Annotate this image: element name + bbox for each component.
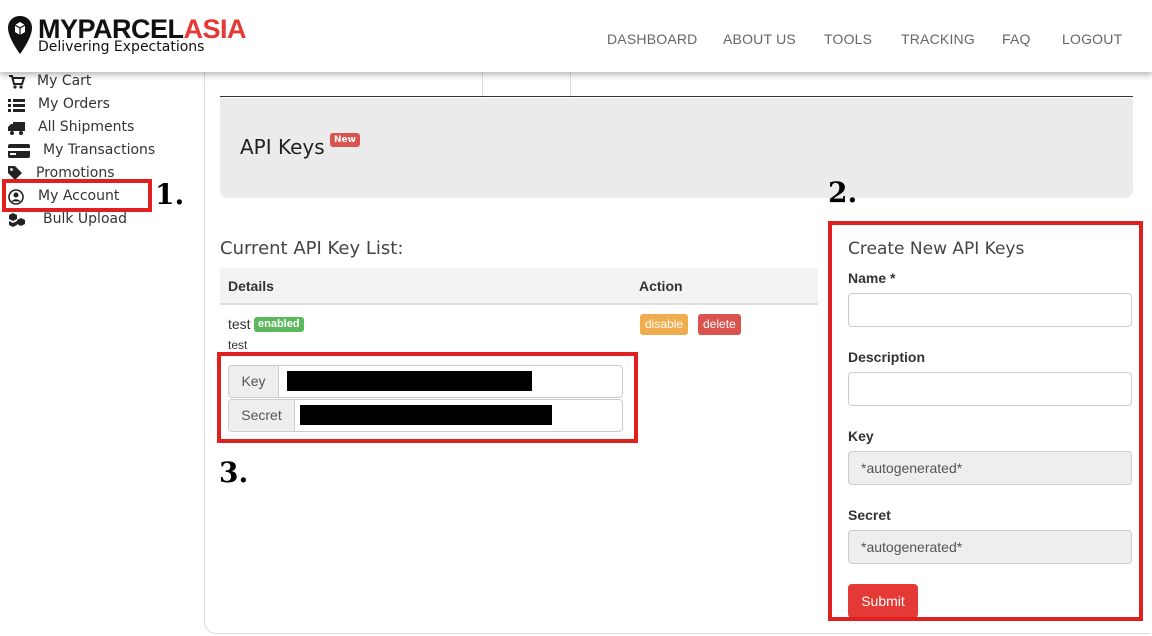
myparcelasia-logo[interactable]: MYPARCELASIA Delivering Expectations <box>8 14 258 58</box>
highlight-box-my-account <box>2 179 152 212</box>
nav-dashboard[interactable]: DASHBOARD <box>607 31 697 47</box>
sidebar-item-label: My Cart <box>37 73 92 89</box>
sidebar-item-label: My Orders <box>38 96 110 112</box>
status-badge: enabled <box>254 317 304 332</box>
nav-logout[interactable]: LOGOUT <box>1062 31 1122 47</box>
nav-about-us[interactable]: ABOUT US <box>723 31 796 47</box>
callout-number-1: 1. <box>155 178 185 211</box>
sidebar-item-label: Bulk Upload <box>43 211 127 227</box>
tab-divider <box>220 96 1133 97</box>
map-pin-icon <box>8 16 32 54</box>
boxes-icon <box>9 213 25 227</box>
api-key-name: test <box>228 316 251 332</box>
highlight-box-key-secret <box>217 352 638 443</box>
callout-number-3: 3. <box>219 456 249 489</box>
page-title: API Keys <box>240 135 325 159</box>
column-header-action: Action <box>639 278 683 294</box>
credit-card-icon <box>8 144 30 158</box>
logo-tagline: Delivering Expectations <box>38 39 205 55</box>
api-key-list-title: Current API Key List: <box>220 238 404 259</box>
page-header-panel: API Keys New <box>220 98 1133 198</box>
api-key-description: test <box>228 338 248 352</box>
highlight-box-create-form <box>828 221 1143 621</box>
cart-icon <box>9 75 26 89</box>
nav-tracking[interactable]: TRACKING <box>901 31 975 47</box>
sidebar-item-label: All Shipments <box>38 119 135 135</box>
nav-faq[interactable]: FAQ <box>1002 31 1031 47</box>
callout-number-2: 2. <box>828 176 858 209</box>
column-header-details: Details <box>228 278 274 294</box>
sidebar-item-label: My Transactions <box>43 142 156 158</box>
delete-button[interactable]: delete <box>698 314 741 335</box>
disable-button[interactable]: disable <box>640 314 689 335</box>
top-navbar: MYPARCELASIA Delivering Expectations DAS… <box>0 0 1152 72</box>
new-badge: New <box>330 133 360 147</box>
nav-tools[interactable]: TOOLS <box>824 31 872 47</box>
api-key-table-header: Details Action <box>220 268 818 305</box>
tab-api-keys[interactable] <box>482 72 571 98</box>
truck-icon <box>8 122 25 135</box>
list-icon <box>8 99 25 112</box>
